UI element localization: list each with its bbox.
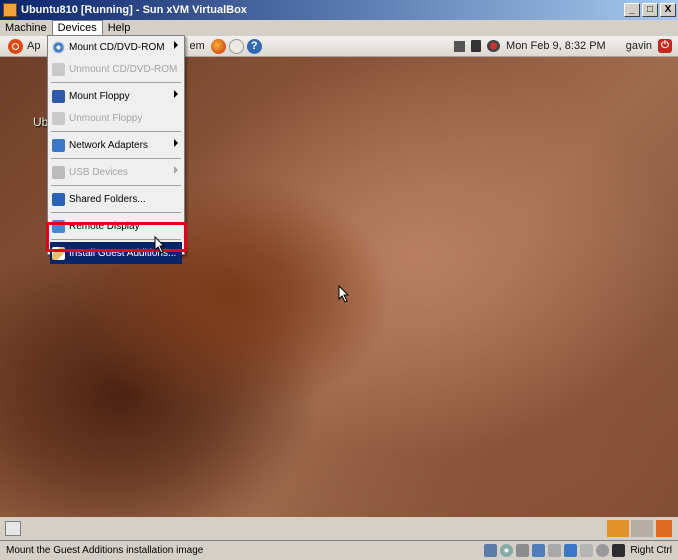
ubuntu-logo-icon[interactable] <box>8 38 23 54</box>
usb-status-icon[interactable] <box>548 544 562 557</box>
menu-item-label: Mount Floppy <box>69 90 130 102</box>
menu-item-network-adapters[interactable]: Network Adapters <box>48 134 184 156</box>
menu-item-label: Unmount Floppy <box>69 112 143 124</box>
menu-item-label: Unmount CD/DVD-ROM <box>69 63 178 75</box>
submenu-arrow-icon <box>174 139 178 147</box>
cd-icon <box>52 40 65 54</box>
menu-separator <box>51 212 181 213</box>
menu-separator <box>51 185 181 186</box>
floppy-status-icon[interactable] <box>516 544 530 557</box>
menu-item-unmount-floppy[interactable]: Unmount Floppy <box>48 107 184 129</box>
menu-separator <box>51 158 181 159</box>
system-menu[interactable]: em <box>189 40 204 52</box>
cd-unmount-icon <box>52 62 65 76</box>
menu-item-shared-folders[interactable]: Shared Folders... <box>48 188 184 210</box>
minimize-button[interactable]: _ <box>624 3 640 17</box>
clock[interactable]: Mon Feb 9, 8:32 PM <box>506 40 606 52</box>
mouse-integration-icon[interactable] <box>596 544 610 557</box>
window-title-bar: Ubuntu810 [Running] - Sun xVM VirtualBox… <box>0 0 678 20</box>
shared-folders-icon <box>52 192 65 206</box>
applications-menu[interactable]: Ap <box>27 40 40 52</box>
submenu-arrow-icon <box>174 90 178 98</box>
menu-separator <box>51 82 181 83</box>
usb-icon <box>52 165 65 179</box>
maximize-button[interactable]: □ <box>642 3 658 17</box>
menu-item-label: Mount CD/DVD-ROM <box>69 41 165 53</box>
status-indicators: Right Ctrl <box>484 544 678 557</box>
menu-item-mount-cd[interactable]: Mount CD/DVD-ROM <box>48 36 184 58</box>
panel-tray: Mon Feb 9, 8:32 PM gavin ⏻ <box>454 36 672 56</box>
grey-panel-item-icon[interactable] <box>631 520 653 537</box>
remote-display-status-icon[interactable] <box>580 544 594 557</box>
menu-item-usb-devices[interactable]: USB Devices <box>48 161 184 183</box>
menu-item-label: Network Adapters <box>69 139 148 151</box>
close-button[interactable]: X <box>660 3 676 17</box>
cd-status-icon[interactable] <box>500 544 514 557</box>
virtualbox-app-icon <box>3 3 17 17</box>
mail-launcher-icon[interactable] <box>228 38 244 54</box>
vbox-menu-bar: Machine Devices Help <box>0 20 678 36</box>
help-launcher-icon[interactable]: ? <box>246 38 262 54</box>
guest-toolbar-button[interactable] <box>5 521 21 536</box>
mouse-pointer-icon <box>338 285 350 303</box>
shared-folders-status-icon[interactable] <box>564 544 578 557</box>
firefox-launcher-icon[interactable] <box>210 38 226 54</box>
trash-icon[interactable] <box>656 520 672 537</box>
menu-cursor-icon <box>154 236 166 254</box>
network-status-icon[interactable] <box>532 544 546 557</box>
power-icon[interactable]: ⏻ <box>658 39 672 53</box>
menu-machine[interactable]: Machine <box>0 20 52 36</box>
submenu-arrow-icon <box>174 41 178 49</box>
vbox-bottom-bar <box>0 517 678 540</box>
host-key-label: Right Ctrl <box>630 545 672 556</box>
network-status-icon[interactable] <box>471 40 482 52</box>
volume-icon[interactable] <box>487 40 501 52</box>
menu-item-label: USB Devices <box>69 166 128 178</box>
network-icon <box>52 138 65 152</box>
menu-item-unmount-cd[interactable]: Unmount CD/DVD-ROM <box>48 58 184 80</box>
keyboard-capture-icon[interactable] <box>612 544 626 557</box>
hard-disk-status-icon[interactable] <box>484 544 498 557</box>
user-name[interactable]: gavin <box>626 40 652 52</box>
status-message: Mount the Guest Additions installation i… <box>6 545 204 556</box>
menu-item-mount-floppy[interactable]: Mount Floppy <box>48 85 184 107</box>
menu-help[interactable]: Help <box>103 20 136 36</box>
tray-square-icon[interactable] <box>454 40 466 52</box>
menu-separator <box>51 131 181 132</box>
submenu-arrow-icon <box>174 166 178 174</box>
menu-devices[interactable]: Devices <box>51 20 103 36</box>
orange-panel-item-icon[interactable] <box>607 520 629 537</box>
floppy-unmount-icon <box>52 111 65 125</box>
status-bar: Mount the Guest Additions installation i… <box>0 540 678 560</box>
window-title: Ubuntu810 [Running] - Sun xVM VirtualBox <box>21 4 247 16</box>
floppy-icon <box>52 89 65 103</box>
menu-item-label: Shared Folders... <box>69 193 146 205</box>
